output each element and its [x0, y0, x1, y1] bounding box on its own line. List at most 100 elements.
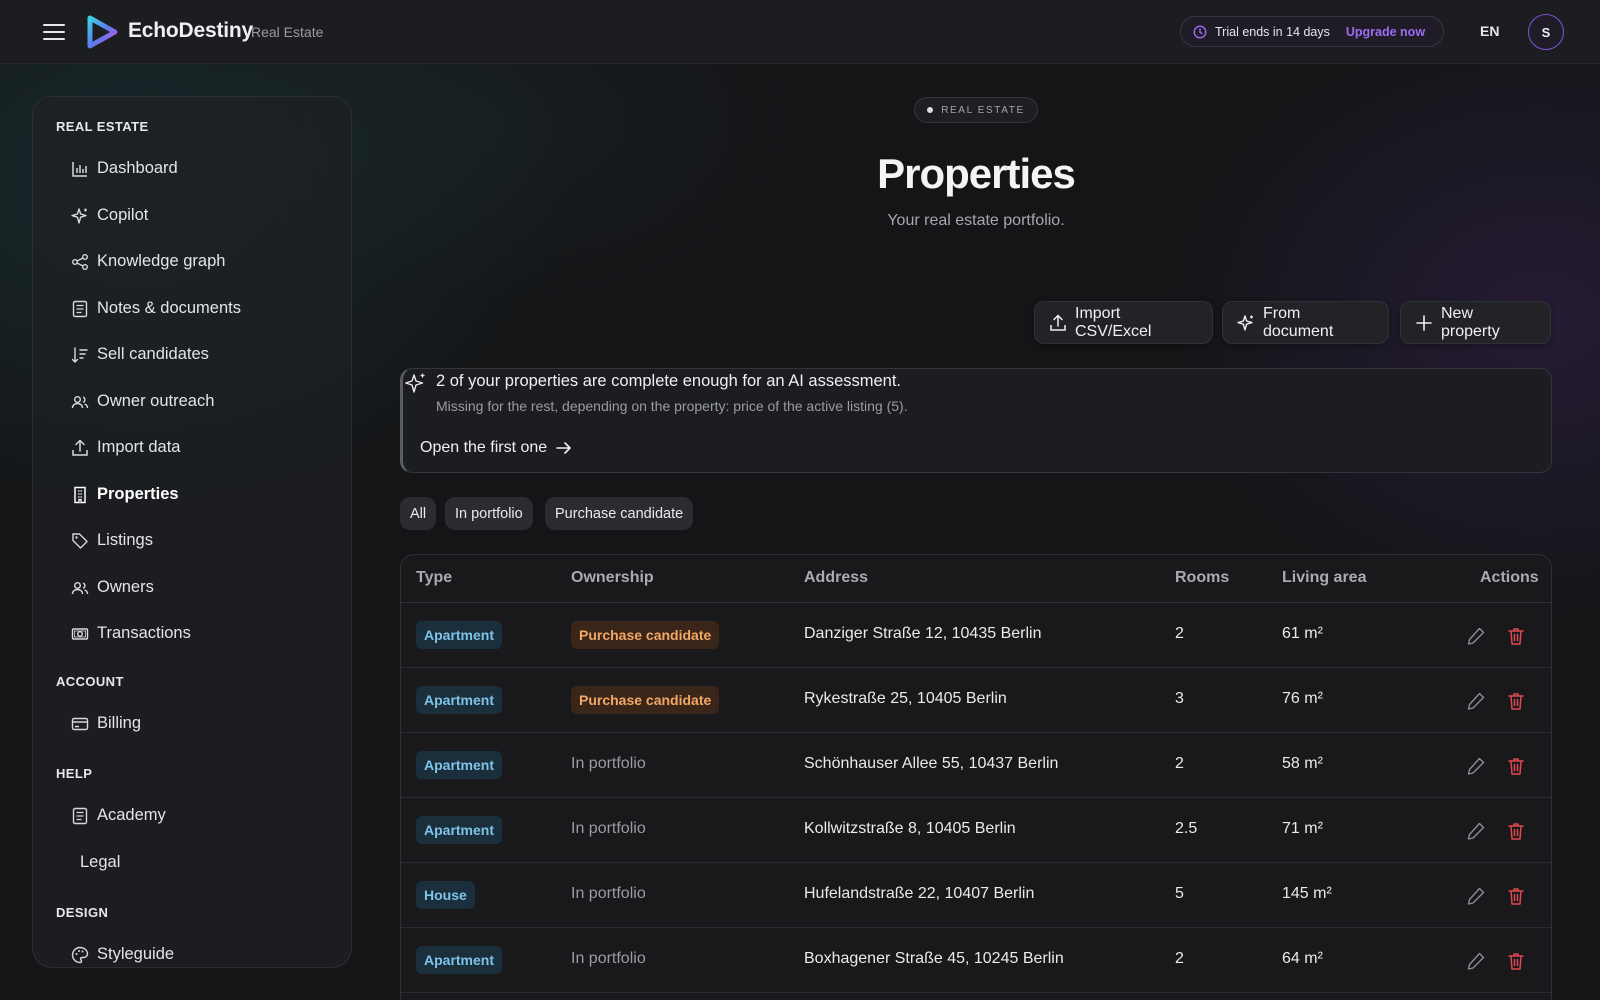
living-area-cell: 145 m²: [1282, 885, 1332, 902]
edit-icon[interactable]: [1466, 886, 1486, 906]
brand-subtitle: Real Estate: [251, 24, 324, 40]
language-switcher[interactable]: EN: [1480, 23, 1499, 39]
sidebar-item-legal[interactable]: Legal: [80, 853, 120, 872]
delete-icon[interactable]: [1506, 951, 1526, 971]
delete-icon[interactable]: [1506, 821, 1526, 841]
share-nodes-icon: [71, 253, 89, 271]
menu-icon[interactable]: [40, 20, 68, 44]
eyebrow-label: REAL ESTATE: [941, 104, 1025, 116]
rooms-cell: 2: [1175, 625, 1184, 642]
open-first-label: Open the first one: [420, 439, 548, 456]
ownership-text: In portfolio: [571, 820, 646, 837]
sidebar-item-sell-candidates[interactable]: Sell candidates: [71, 345, 209, 364]
ownership-text: In portfolio: [571, 950, 646, 967]
sidebar-item-knowledge-graph[interactable]: Knowledge graph: [71, 252, 225, 271]
trial-pill: Trial ends in 14 days Upgrade now: [1180, 16, 1444, 47]
table-row[interactable]: Apartment Purchase candidate Danziger Stra…: [401, 603, 1551, 668]
column-header-address[interactable]: Address: [804, 569, 868, 587]
ai-assessment-banner: 2 of your properties are complete enough…: [400, 368, 1552, 473]
sidebar: REAL ESTATE Dashboard Copilot Knowledge …: [32, 96, 352, 968]
address-cell: Danziger Straße 12, 10435 Berlin: [804, 625, 1042, 642]
edit-icon[interactable]: [1466, 951, 1486, 971]
sidebar-item-label: Academy: [97, 806, 166, 824]
logo-icon[interactable]: [84, 14, 120, 50]
column-header-living-area[interactable]: Living area: [1282, 569, 1366, 587]
rooms-cell: 2.5: [1175, 820, 1198, 837]
import-csv-label: Import CSV/Excel: [1075, 304, 1152, 340]
type-tag: Apartment: [416, 751, 503, 779]
sidebar-item-academy[interactable]: Academy: [71, 806, 166, 825]
sidebar-item-label: Listings: [97, 531, 153, 549]
sidebar-item-label: Sell candidates: [97, 345, 209, 363]
from-document-button[interactable]: From document: [1222, 301, 1389, 344]
filter-purchase-candidate[interactable]: Purchase candidate: [545, 497, 694, 530]
edit-icon[interactable]: [1466, 626, 1486, 646]
plus-icon: [1415, 314, 1433, 332]
table-row[interactable]: Apartment In portfolio Schönhauser Allee 5…: [401, 733, 1551, 798]
column-header-type[interactable]: Type: [416, 569, 452, 587]
living-area-cell: 61 m²: [1282, 625, 1323, 642]
table-row[interactable]: Apartment In portfolio Boxhagener Straße 4…: [401, 928, 1551, 993]
address-cell: Hufelandstraße 22, 10407 Berlin: [804, 885, 1035, 902]
banner-title: 2 of your properties are complete enough…: [436, 372, 902, 390]
living-area-cell: 64 m²: [1282, 950, 1323, 967]
type-tag: House: [416, 881, 475, 909]
sidebar-item-styleguide[interactable]: Styleguide: [71, 945, 174, 964]
sidebar-item-label: Import data: [97, 438, 181, 456]
column-header-rooms[interactable]: Rooms: [1175, 569, 1229, 587]
building-icon: [71, 486, 89, 504]
ownership-tag: Purchase candidate: [571, 621, 720, 649]
sidebar-item-copilot[interactable]: Copilot: [71, 206, 148, 225]
sidebar-section-design: DESIGN: [56, 905, 109, 920]
sidebar-item-billing[interactable]: Billing: [71, 714, 141, 733]
edit-icon[interactable]: [1466, 821, 1486, 841]
sidebar-item-properties[interactable]: Properties: [71, 485, 179, 504]
filter-all[interactable]: All: [400, 497, 437, 530]
table-row[interactable]: Apartment In portfolio Kollwitzstraße 8, 1…: [401, 798, 1551, 863]
sidebar-item-label: Owners: [97, 578, 154, 596]
edit-icon[interactable]: [1466, 691, 1486, 711]
sidebar-item-label: Styleguide: [97, 945, 175, 963]
sidebar-item-label: Notes & documents: [97, 299, 241, 317]
type-tag: Apartment: [416, 946, 503, 974]
sidebar-item-notes-documents[interactable]: Notes & documents: [71, 299, 241, 318]
new-property-button[interactable]: New property: [1400, 301, 1551, 344]
table-row[interactable]: House In portfolio Hufelandstraße 22, 1040…: [401, 863, 1551, 928]
delete-icon[interactable]: [1506, 756, 1526, 776]
edit-icon[interactable]: [1466, 756, 1486, 776]
sidebar-section-real-estate: REAL ESTATE: [56, 119, 149, 134]
sidebar-item-owner-outreach[interactable]: Owner outreach: [71, 392, 214, 411]
document-icon: [71, 300, 89, 318]
upgrade-link[interactable]: Upgrade now: [1346, 25, 1425, 39]
delete-icon[interactable]: [1506, 886, 1526, 906]
delete-icon[interactable]: [1506, 626, 1526, 646]
rooms-cell: 5: [1175, 885, 1184, 902]
sidebar-item-label: Knowledge graph: [97, 252, 226, 270]
column-header-ownership[interactable]: Ownership: [571, 569, 654, 587]
sidebar-item-label: Dashboard: [97, 159, 178, 177]
credit-card-icon: [71, 715, 89, 733]
users-icon: [71, 393, 89, 411]
address-cell: Rykestraße 25, 10405 Berlin: [804, 690, 1007, 707]
sidebar-item-listings[interactable]: Listings: [71, 531, 153, 550]
address-cell: Boxhagener Straße 45, 10245 Berlin: [804, 950, 1064, 967]
sidebar-item-import-data[interactable]: Import data: [71, 438, 180, 457]
filter-in-portfolio[interactable]: In portfolio: [445, 497, 533, 530]
sidebar-item-transactions[interactable]: Transactions: [71, 624, 191, 643]
upload-icon: [1049, 314, 1067, 332]
users-icon: [71, 579, 89, 597]
open-first-link[interactable]: Open the first one: [420, 439, 573, 457]
sidebar-item-label: Properties: [97, 485, 179, 503]
sidebar-item-label: Copilot: [97, 206, 149, 224]
sidebar-item-owners[interactable]: Owners: [71, 578, 154, 597]
from-document-label: From document: [1263, 304, 1334, 340]
upload-icon: [71, 439, 89, 457]
table-row[interactable]: Apartment Purchase candidate Rykestraße 25…: [401, 668, 1551, 733]
delete-icon[interactable]: [1506, 691, 1526, 711]
import-csv-button[interactable]: Import CSV/Excel: [1034, 301, 1213, 344]
sidebar-section-help: HELP: [56, 766, 93, 781]
sidebar-item-dashboard[interactable]: Dashboard: [71, 159, 178, 178]
avatar[interactable]: S: [1528, 14, 1564, 50]
dot-icon: [927, 107, 934, 113]
type-tag: Apartment: [416, 816, 503, 844]
